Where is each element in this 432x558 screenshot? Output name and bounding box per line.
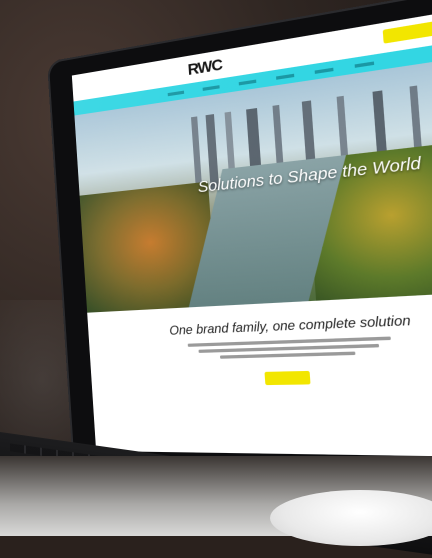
- site-logo[interactable]: RWC: [187, 56, 222, 80]
- body-text-line: [219, 351, 356, 359]
- laptop-display: RWC ⌕ Solutions to Shape the World One b…: [71, 3, 432, 458]
- nav-item[interactable]: [202, 84, 220, 91]
- nav-item[interactable]: [354, 60, 375, 68]
- nav-item[interactable]: [167, 90, 185, 96]
- header-cta-button[interactable]: [382, 20, 432, 44]
- content-cta-button[interactable]: [264, 370, 311, 386]
- white-cup: [270, 490, 432, 546]
- content-section: One brand family, one complete solution: [87, 290, 432, 458]
- nav-item[interactable]: [275, 73, 295, 80]
- nav-item[interactable]: [314, 67, 334, 74]
- laptop-screen-bezel: RWC ⌕ Solutions to Shape the World One b…: [47, 0, 432, 483]
- nav-item[interactable]: [238, 78, 257, 85]
